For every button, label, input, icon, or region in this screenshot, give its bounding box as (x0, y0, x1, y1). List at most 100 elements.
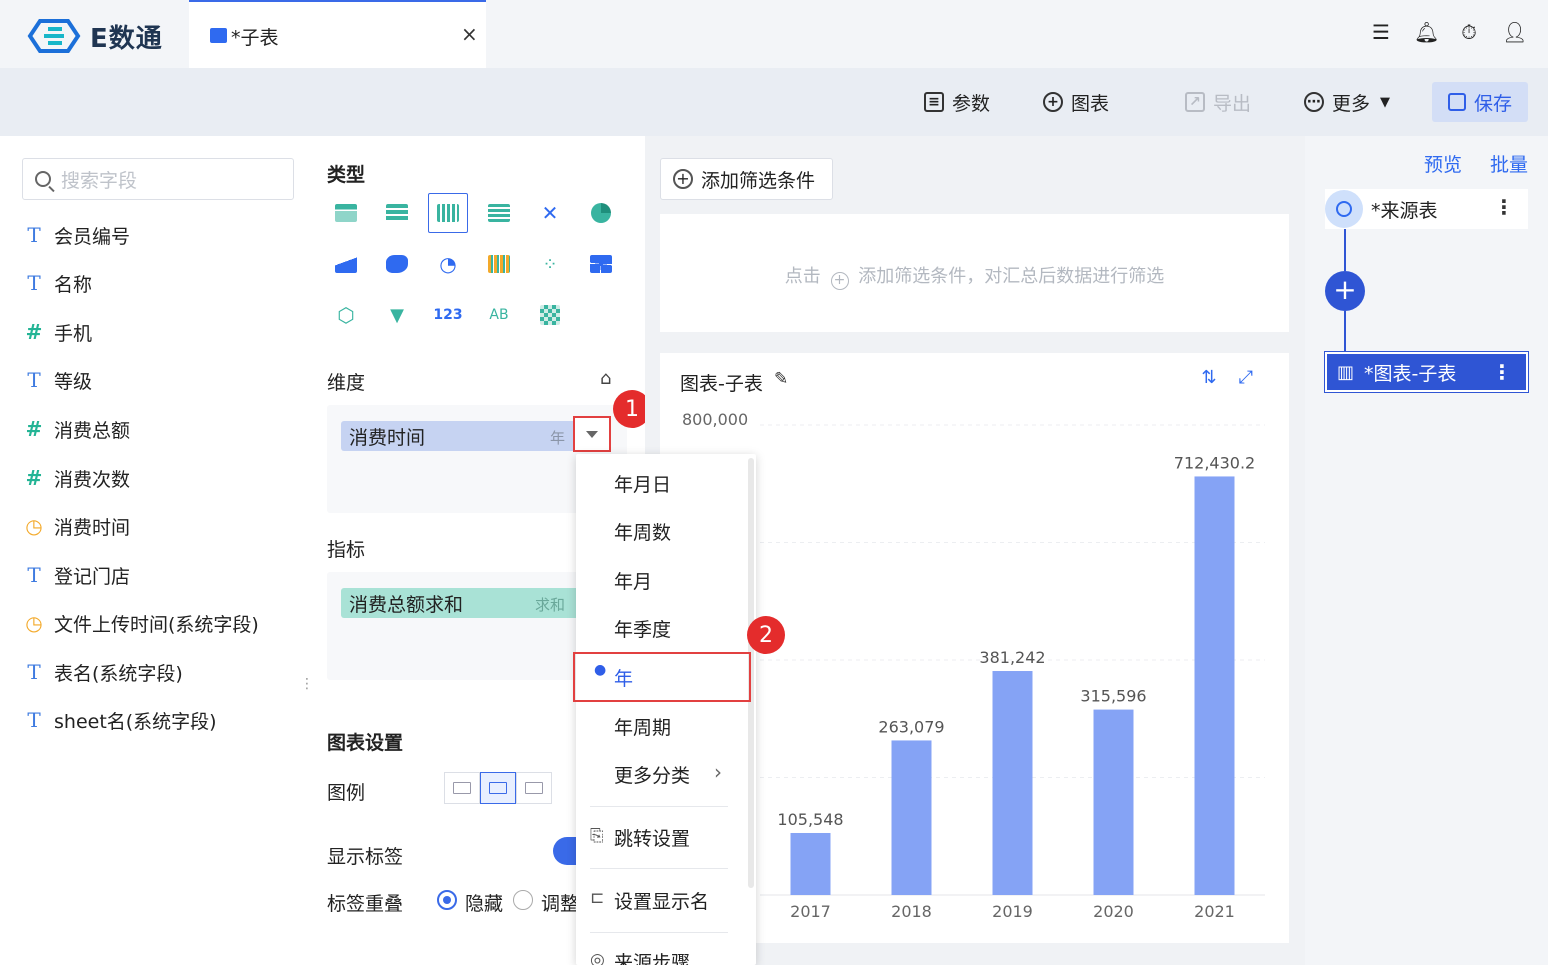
legend-left-option[interactable] (516, 772, 552, 804)
task-list-icon[interactable]: ☰ (1370, 20, 1392, 44)
field-item[interactable]: ◷ 消费时间 (22, 511, 130, 541)
radar-type-icon[interactable]: ⬡ (326, 295, 366, 335)
menu-item-ymd[interactable]: 年月日 (614, 470, 671, 497)
clock-icon: ◷ (25, 514, 43, 538)
field-item[interactable]: # 消费总额 (22, 414, 130, 444)
field-item[interactable]: T 等级 (22, 365, 92, 395)
timer-icon[interactable]: ⏱︎ (1458, 20, 1480, 44)
export-label: 导出 (1213, 92, 1252, 115)
legend-options (444, 772, 552, 804)
menu-item-yperiod[interactable]: 年周期 (614, 713, 671, 740)
menu-item-more-categories[interactable]: 更多分类 (614, 761, 690, 788)
more-vertical-icon[interactable]: ⋮ (1494, 195, 1514, 219)
field-item[interactable]: T 名称 (22, 268, 92, 298)
menu-item-display-name[interactable]: 设置显示名 (614, 887, 709, 914)
top-bar: E数通 *子表 × ☰ 🔔︎ ⏱︎ 👤︎ (0, 0, 1548, 68)
field-item[interactable]: T 会员编号 (22, 220, 130, 250)
overlap-adjust-radio[interactable] (513, 890, 533, 910)
preview-link[interactable]: 预览 (1424, 150, 1462, 177)
bar (790, 832, 831, 895)
table-type-icon[interactable] (326, 193, 366, 233)
y-tick-label: 800,000 (682, 410, 748, 429)
scatter-type-icon[interactable]: ⁘ (530, 244, 570, 284)
field-item[interactable]: T 登记门店 (22, 560, 130, 590)
more-vertical-icon[interactable]: ⋮ (1492, 360, 1512, 384)
tab-subtable[interactable]: *子表 × (189, 0, 486, 68)
gauge-type-icon[interactable]: ◔ (428, 244, 468, 284)
chart-settings-title: 图表设置 (327, 732, 404, 754)
dimension-granularity-tag: 年 (549, 429, 565, 447)
treemap-type-icon[interactable] (581, 244, 621, 284)
filter-area[interactable]: 点击 + 添加筛选条件，对汇总后数据进行筛选 (660, 214, 1289, 332)
field-name: 消费时间 (54, 516, 131, 539)
dimension-dropdown-toggle[interactable] (573, 416, 611, 452)
measure-pill-label: 消费总额求和 (349, 593, 464, 616)
field-name: 手机 (54, 322, 93, 345)
export-icon: ↗ (1185, 92, 1205, 112)
logo-icon (27, 19, 81, 53)
menu-item-jump-settings[interactable]: 跳转设置 (614, 824, 690, 851)
stacked-bar-type-icon[interactable] (479, 244, 519, 284)
line-chart-type-icon[interactable]: ✕ (530, 193, 570, 233)
pie-chart-type-icon[interactable] (581, 193, 621, 233)
caret-down-icon (586, 430, 598, 438)
export-button[interactable]: ↗ 导出 (1185, 88, 1251, 116)
word-cloud-type-icon[interactable]: AB (479, 295, 519, 335)
field-item[interactable]: Tsheet名(系统字段) (22, 705, 217, 735)
save-label: 保存 (1473, 92, 1512, 115)
menu-item-yweek[interactable]: 年周数 (614, 518, 671, 545)
field-item[interactable]: # 消费次数 (22, 463, 130, 493)
add-chart-button[interactable]: + 图表 (1043, 88, 1109, 116)
menu-item-ym[interactable]: 年月 (614, 567, 652, 594)
funnel-type-icon[interactable]: ▼ (377, 295, 417, 335)
save-button[interactable]: 保存 (1432, 82, 1528, 122)
legend-right-option[interactable] (480, 772, 516, 804)
user-icon[interactable]: 👤︎ (1502, 20, 1527, 44)
dimension-pill[interactable]: 消费时间 年 (341, 421, 599, 451)
menu-divider (590, 868, 728, 869)
show-label-text: 显示标签 (327, 846, 404, 868)
number-card-type-icon[interactable]: 123 (428, 295, 468, 335)
chart-node[interactable]: ▥ *图表-子表 ⋮ (1324, 351, 1529, 393)
number-type-icon: # (25, 466, 43, 490)
field-name: 名称 (54, 273, 93, 296)
caret-down-icon: ▼ (1380, 94, 1391, 110)
bar-chart-icon: ▥ (1337, 361, 1355, 383)
batch-link[interactable]: 批量 (1490, 150, 1528, 177)
map-type-icon[interactable] (377, 244, 417, 284)
horizontal-bar-type-icon[interactable] (479, 193, 519, 233)
add-filter-button[interactable]: + 添加筛选条件 (660, 158, 833, 200)
bar-chart-type-icon[interactable] (428, 193, 468, 233)
chart-label: 图表 (1071, 92, 1110, 115)
cross-table-type-icon[interactable] (377, 193, 417, 233)
plus-circle-icon: + (1043, 92, 1063, 112)
search-input[interactable]: 搜索字段 (22, 158, 294, 200)
clock-icon: ◷ (25, 611, 43, 635)
menu-item-yquarter[interactable]: 年季度 (614, 615, 671, 642)
more-button[interactable]: ⋯ 更多 ▼ (1304, 88, 1390, 116)
field-item[interactable]: # 手机 (22, 317, 92, 347)
field-name: 消费次数 (54, 468, 131, 491)
field-item[interactable]: T 表名(系统字段) (22, 657, 183, 687)
measure-pill[interactable]: 消费总额求和 求和 (341, 588, 599, 618)
bell-icon[interactable]: 🔔︎ (1414, 20, 1439, 44)
more-label: 更多 (1332, 92, 1371, 115)
heatmap-type-icon[interactable] (530, 295, 570, 335)
area-chart-type-icon[interactable] (326, 244, 366, 284)
field-name: sheet名(系统字段) (54, 710, 217, 733)
data-label: 105,548 (777, 810, 843, 829)
overlap-hide-radio[interactable] (437, 890, 457, 910)
text-type-icon: T (27, 708, 41, 732)
close-icon[interactable]: × (461, 22, 478, 46)
params-label: 参数 (952, 92, 991, 115)
field-item[interactable]: ◷ 文件上传时间(系统字段) (22, 608, 259, 638)
source-node[interactable]: *来源表 ⋮ (1325, 189, 1528, 229)
legend-none-option[interactable] (444, 772, 480, 804)
params-button[interactable]: ≡ 参数 (924, 88, 990, 116)
resize-handle-icon[interactable]: ⋮ (300, 676, 314, 692)
menu-item-year[interactable]: 年 (614, 664, 633, 691)
toolbox-icon[interactable]: ⌂ (600, 368, 611, 389)
menu-item-source-step[interactable]: 来源步骤 (614, 948, 690, 965)
menu-divider (590, 806, 728, 807)
add-step-button[interactable]: + (1325, 271, 1365, 311)
